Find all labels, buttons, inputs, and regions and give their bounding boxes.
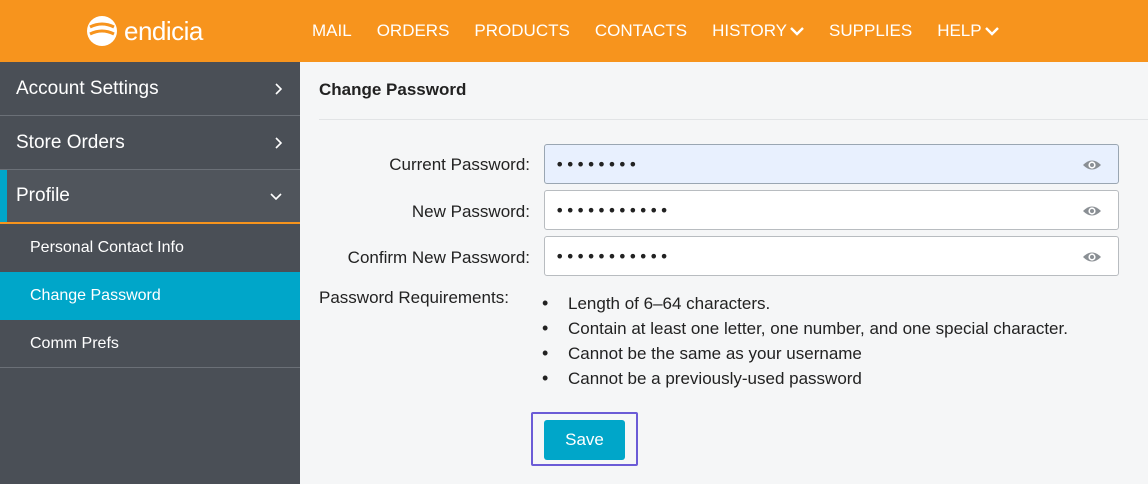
requirement-item: Contain at least one letter, one number,… (542, 316, 1068, 341)
requirement-item: Cannot be the same as your username (542, 341, 1068, 366)
sidebar-item-account-settings[interactable]: Account Settings (0, 62, 300, 116)
nav-products-label: PRODUCTS (474, 21, 570, 40)
new-password-field (544, 190, 1119, 230)
logo-text: endicia (124, 15, 203, 46)
nav-history-label: HISTORY (712, 21, 788, 40)
nav-orders-label: ORDERS (376, 21, 450, 40)
sidebar-subitem-personal-contact-info[interactable]: Personal Contact Info (0, 224, 300, 272)
endicia-logo[interactable]: endicia (86, 12, 203, 50)
confirm-password-field (544, 236, 1119, 276)
nav-contacts-label: CONTACTS (594, 21, 688, 40)
nav-mail[interactable]: MAIL (312, 21, 352, 41)
sidebar-item-label: Profile (16, 185, 70, 206)
sidebar-item-profile[interactable]: Profile (0, 170, 300, 224)
requirement-item: Length of 6–64 characters. (542, 291, 1068, 316)
password-requirements-label: Password Requirements: (319, 288, 509, 307)
new-password-input[interactable] (555, 191, 1075, 229)
main-nav: MAIL ORDERS PRODUCTS CONTACTS HISTORY SU… (312, 0, 1024, 62)
endicia-logo-icon (87, 16, 117, 46)
chevron-down-icon (984, 27, 999, 36)
nav-help-label: HELP (937, 21, 982, 40)
nav-orders[interactable]: ORDERS (377, 21, 450, 41)
sidebar-item-store-orders[interactable]: Store Orders (0, 116, 300, 170)
title-divider (319, 119, 1148, 120)
new-password-label: New Password: (411, 202, 530, 221)
sidebar-subitem-label: Comm Prefs (30, 334, 119, 352)
save-button[interactable]: Save (544, 420, 625, 460)
eye-icon[interactable] (1082, 250, 1102, 264)
sidebar-subitem-change-password[interactable]: Change Password (0, 272, 300, 320)
requirement-item: Cannot be a previously-used password (542, 366, 1068, 391)
sidebar-item-label: Account Settings (16, 77, 159, 99)
sidebar-subitem-comm-prefs[interactable]: Comm Prefs (0, 320, 300, 368)
eye-icon[interactable] (1082, 158, 1102, 172)
nav-mail-label: MAIL (312, 21, 352, 40)
sidebar: Account Settings Store Orders Profile Pe… (0, 62, 300, 484)
nav-history[interactable]: HISTORY (712, 21, 804, 41)
page-title: Change Password (319, 80, 467, 99)
current-password-input[interactable] (555, 145, 1075, 183)
confirm-password-label: Confirm New Password: (347, 248, 530, 267)
eye-icon[interactable] (1082, 204, 1102, 218)
current-password-label: Current Password: (389, 155, 530, 174)
main-content: Change Password Current Password: New Pa… (300, 62, 1148, 484)
chevron-down-icon (270, 193, 282, 200)
chevron-right-icon (275, 82, 282, 95)
chevron-down-icon (790, 27, 804, 36)
sidebar-subitem-label: Change Password (30, 287, 161, 304)
sidebar-subitem-label: Personal Contact Info (30, 239, 184, 256)
password-requirements-list: Length of 6–64 characters. Contain at le… (542, 291, 1068, 391)
nav-help[interactable]: HELP (937, 21, 999, 41)
sidebar-item-label: Store Orders (16, 131, 125, 153)
nav-contacts[interactable]: CONTACTS (595, 21, 687, 41)
top-navigation-bar: endicia MAIL ORDERS PRODUCTS CONTACTS HI… (0, 0, 1148, 62)
nav-supplies-label: SUPPLIES (829, 21, 913, 40)
chevron-right-icon (275, 136, 282, 149)
nav-products[interactable]: PRODUCTS (474, 21, 569, 41)
nav-supplies[interactable]: SUPPLIES (829, 21, 912, 41)
confirm-password-input[interactable] (555, 237, 1075, 275)
current-password-field (544, 144, 1119, 184)
